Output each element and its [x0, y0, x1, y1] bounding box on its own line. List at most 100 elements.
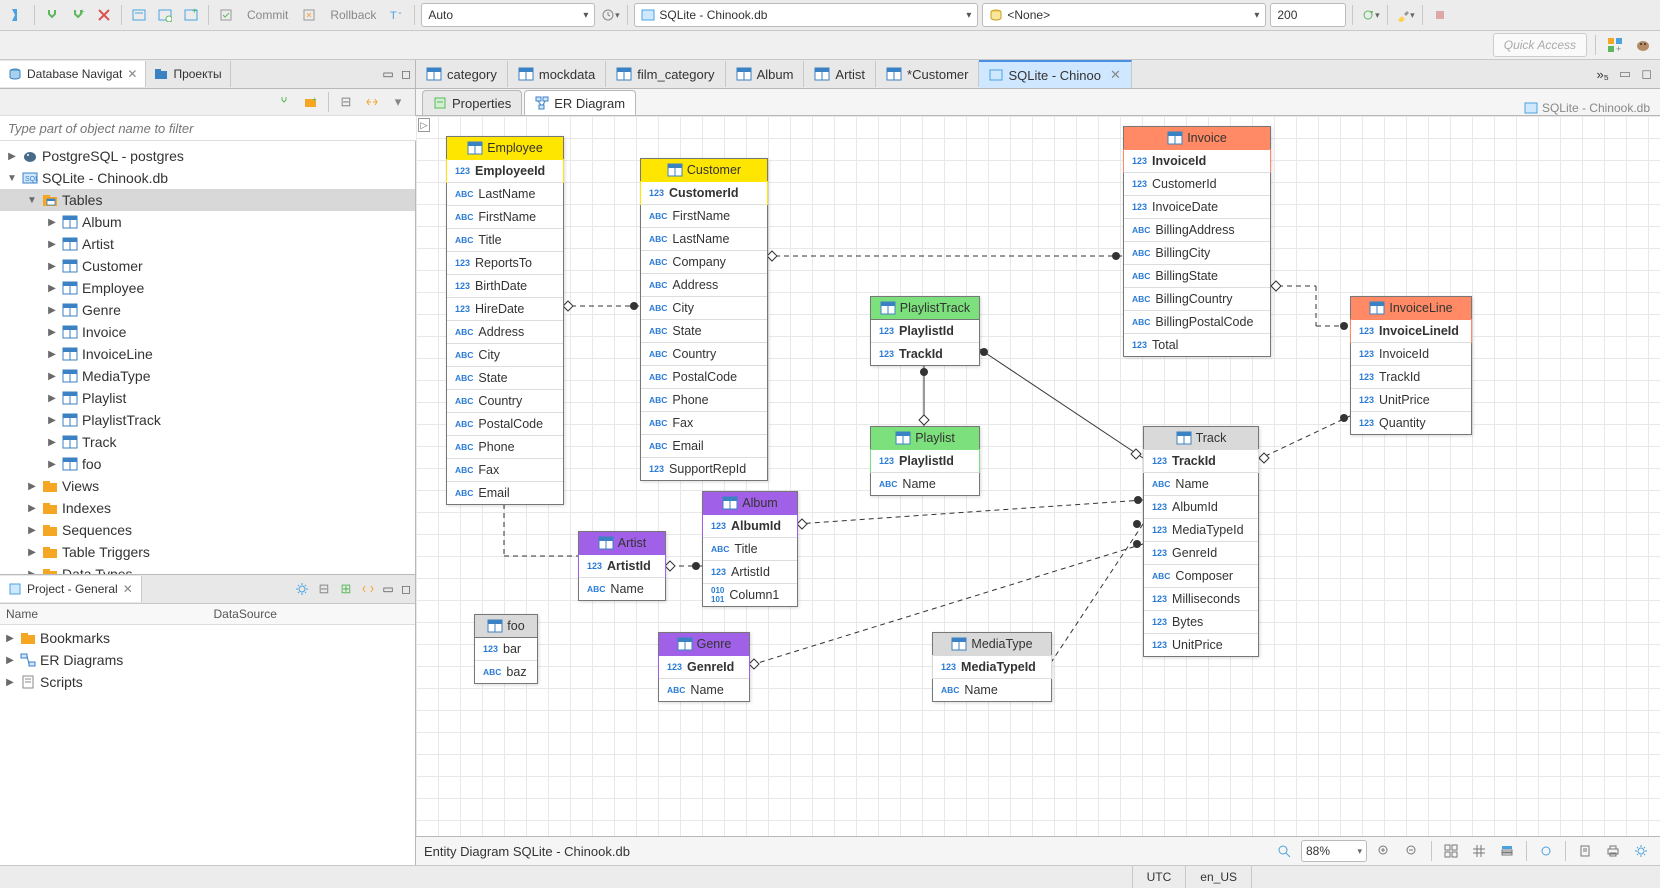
- tab-projects[interactable]: Проекты: [146, 61, 230, 87]
- column-column1[interactable]: 010101Column1: [703, 583, 797, 606]
- tree-item-track[interactable]: ▶Track: [0, 431, 415, 453]
- entity-header[interactable]: Customer: [641, 159, 767, 182]
- column-mediatypeid[interactable]: 123MediaTypeId: [932, 655, 1052, 679]
- tree-item-invoice[interactable]: ▶Invoice: [0, 321, 415, 343]
- editor-tab-mockdata[interactable]: mockdata: [508, 61, 606, 87]
- column-phone[interactable]: ABCPhone: [641, 388, 767, 411]
- tree-item-tables[interactable]: ▼Tables: [0, 189, 415, 211]
- search-icon[interactable]: [1273, 840, 1295, 862]
- entity-header[interactable]: foo: [475, 615, 537, 638]
- status-timezone[interactable]: UTC: [1132, 866, 1186, 888]
- expand-arrow-icon[interactable]: ▶: [26, 481, 38, 492]
- column-unitprice[interactable]: 123UnitPrice: [1351, 388, 1471, 411]
- column-fax[interactable]: ABCFax: [447, 458, 563, 481]
- column-fax[interactable]: ABCFax: [641, 411, 767, 434]
- expand-arrow-icon[interactable]: ▶: [46, 437, 58, 448]
- column-name[interactable]: ABCName: [659, 678, 749, 701]
- editor-tab-sqlite-chinoo[interactable]: SQLite - Chinoo✕: [979, 60, 1131, 88]
- entity-playlist[interactable]: Playlist123PlaylistIdABCName: [870, 426, 980, 496]
- tree-item-sequences[interactable]: ▶Sequences: [0, 519, 415, 541]
- expand-arrow-icon[interactable]: ▶: [26, 547, 38, 558]
- column-invoicedate[interactable]: 123InvoiceDate: [1124, 195, 1270, 218]
- maximize-icon[interactable]: ◻: [1641, 66, 1652, 82]
- expand-arrow-icon[interactable]: ▶: [46, 393, 58, 404]
- expand-arrow-icon[interactable]: ▶: [46, 239, 58, 250]
- entity-header[interactable]: Playlist: [871, 427, 979, 450]
- expand-arrow-icon[interactable]: ▶: [46, 305, 58, 316]
- expand-arrow-icon[interactable]: ▶: [46, 371, 58, 382]
- column-albumid[interactable]: 123AlbumId: [702, 514, 798, 538]
- column-trackid[interactable]: 123TrackId: [1351, 365, 1471, 388]
- column-postalcode[interactable]: ABCPostalCode: [641, 365, 767, 388]
- quick-access-field[interactable]: Quick Access: [1493, 33, 1587, 57]
- zoom-out-icon[interactable]: [1401, 840, 1423, 862]
- column-name[interactable]: ABCName: [1144, 472, 1258, 495]
- expand-arrow-icon[interactable]: ▶: [46, 217, 58, 228]
- entity-artist[interactable]: Artist123ArtistIdABCName: [578, 531, 666, 601]
- column-email[interactable]: ABCEmail: [447, 481, 563, 504]
- column-billingaddress[interactable]: ABCBillingAddress: [1124, 218, 1270, 241]
- tree-item-data-types[interactable]: ▶Data Types: [0, 563, 415, 574]
- link-icon[interactable]: [357, 578, 379, 600]
- editor-tab-category[interactable]: category: [416, 61, 508, 87]
- column-trackid[interactable]: 123TrackId: [1143, 449, 1259, 473]
- new-folder-icon[interactable]: +: [300, 91, 322, 113]
- disconnect-icon[interactable]: [93, 4, 115, 26]
- entity-track[interactable]: Track123TrackIdABCName123AlbumId123Media…: [1143, 426, 1259, 657]
- column-city[interactable]: ABCCity: [447, 343, 563, 366]
- maximize-icon[interactable]: ◻: [397, 580, 415, 598]
- column-invoicelineid[interactable]: 123InvoiceLineId: [1350, 319, 1472, 343]
- column-milliseconds[interactable]: 123Milliseconds: [1144, 587, 1258, 610]
- highlight-icon[interactable]: ▾: [1394, 4, 1416, 26]
- entity-invoiceline[interactable]: InvoiceLine123InvoiceLineId123InvoiceId1…: [1350, 296, 1472, 435]
- column-bytes[interactable]: 123Bytes: [1144, 610, 1258, 633]
- column-firstname[interactable]: ABCFirstName: [641, 204, 767, 227]
- entity-header[interactable]: Genre: [659, 633, 749, 656]
- expand-arrow-icon[interactable]: ▶: [26, 525, 38, 536]
- tree-item-views[interactable]: ▶Views: [0, 475, 415, 497]
- history-icon[interactable]: ▾: [599, 4, 621, 26]
- sql-editor-recent-icon[interactable]: [154, 4, 176, 26]
- zoom-in-icon[interactable]: [1373, 840, 1395, 862]
- plug-plus-icon[interactable]: +: [67, 4, 89, 26]
- entity-header[interactable]: Artist: [579, 532, 665, 555]
- editor-tab-film-category[interactable]: film_category: [606, 61, 725, 87]
- stop-icon[interactable]: [1429, 4, 1451, 26]
- project-item-bookmarks[interactable]: ▶Bookmarks: [0, 627, 415, 649]
- minimize-icon[interactable]: ▭: [379, 65, 397, 83]
- link-editor-icon[interactable]: [361, 91, 383, 113]
- column-address[interactable]: ABCAddress: [447, 320, 563, 343]
- column-customerid[interactable]: 123CustomerId: [640, 181, 768, 205]
- er-canvas[interactable]: Employee123EmployeeIdABCLastNameABCFirst…: [416, 116, 1660, 836]
- grid-toggle-icon[interactable]: [1468, 840, 1490, 862]
- column-invoiceid[interactable]: 123InvoiceId: [1123, 149, 1271, 173]
- tx-mode-icon[interactable]: T⌄: [386, 4, 408, 26]
- column-name[interactable]: ABCName: [933, 678, 1051, 701]
- column-postalcode[interactable]: ABCPostalCode: [447, 412, 563, 435]
- tree-item-customer[interactable]: ▶Customer: [0, 255, 415, 277]
- palette-toggle-icon[interactable]: ▷: [418, 118, 430, 132]
- close-icon[interactable]: ✕: [123, 582, 133, 596]
- tree-item-indexes[interactable]: ▶Indexes: [0, 497, 415, 519]
- connection-combo[interactable]: SQLite - Chinook.db▾: [634, 3, 978, 27]
- column-trackid[interactable]: 123TrackId: [871, 342, 979, 365]
- tree-item-mediatype[interactable]: ▶MediaType: [0, 365, 415, 387]
- column-customerid[interactable]: 123CustomerId: [1124, 172, 1270, 195]
- tab-project-general[interactable]: Project - General ✕: [0, 576, 142, 602]
- status-locale[interactable]: en_US: [1185, 866, 1251, 888]
- column-lastname[interactable]: ABCLastName: [447, 182, 563, 205]
- column-country[interactable]: ABCCountry: [641, 342, 767, 365]
- sql-editor-icon[interactable]: [128, 4, 150, 26]
- export-icon[interactable]: [1574, 840, 1596, 862]
- column-genreid[interactable]: 123GenreId: [658, 655, 750, 679]
- column-state[interactable]: ABCState: [447, 366, 563, 389]
- column-birthdate[interactable]: 123BirthDate: [447, 274, 563, 297]
- column-artistid[interactable]: 123ArtistId: [703, 560, 797, 583]
- maximize-icon[interactable]: ◻: [397, 65, 415, 83]
- column-playlistid[interactable]: 123PlaylistId: [871, 320, 979, 342]
- entity-customer[interactable]: Customer123CustomerIdABCFirstNameABCLast…: [640, 158, 768, 481]
- column-firstname[interactable]: ABCFirstName: [447, 205, 563, 228]
- refresh-icon[interactable]: ▾: [1359, 4, 1381, 26]
- subtab-properties[interactable]: Properties: [422, 90, 522, 115]
- navigator-filter-input[interactable]: [0, 116, 431, 141]
